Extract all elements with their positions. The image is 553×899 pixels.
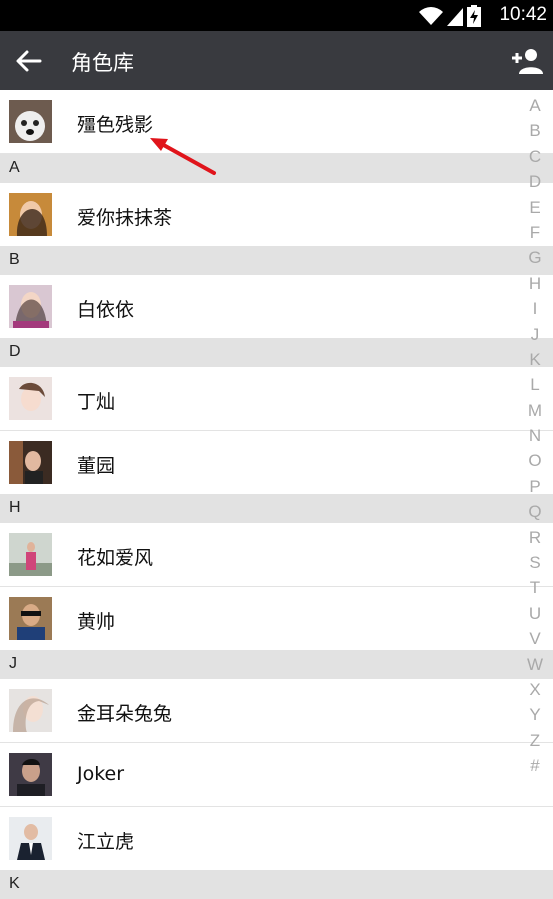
index-letter[interactable]: L	[526, 372, 544, 397]
index-letter[interactable]: M	[526, 398, 544, 423]
section-header: K	[0, 870, 553, 899]
item-name: 丁灿	[77, 391, 116, 413]
index-letter[interactable]: W	[526, 652, 544, 677]
avatar	[9, 285, 52, 328]
alphabet-index[interactable]: A B C D E F G H I J K L M N O P Q R S T U V W X Y Z #	[526, 93, 544, 779]
status-bar: 10:42	[0, 0, 553, 31]
avatar	[9, 753, 52, 796]
index-letter[interactable]: S	[526, 550, 544, 575]
item-name: 殭色残影	[77, 114, 154, 136]
add-person-icon[interactable]	[511, 46, 543, 76]
list-item[interactable]: 殭色残影	[0, 90, 553, 154]
index-letter[interactable]: N	[526, 423, 544, 448]
list-item[interactable]: 白依依	[0, 275, 553, 338]
clock: 10:42	[499, 4, 547, 25]
index-letter[interactable]: Y	[526, 702, 544, 727]
index-letter[interactable]: I	[526, 296, 544, 321]
annotation-arrow-icon	[150, 138, 216, 175]
list-item[interactable]: 爱你抹抹茶	[0, 183, 553, 246]
index-letter[interactable]: D	[526, 169, 544, 194]
item-name: Joker	[77, 763, 125, 785]
index-letter[interactable]: #	[526, 753, 544, 778]
character-list[interactable]: 殭色残影 A 爱你抹抹茶 B 白依依 D 丁灿 董园 H 花如爱风 黄帅 J 金…	[0, 90, 553, 899]
avatar	[9, 597, 52, 640]
section-header: B	[0, 246, 553, 275]
list-item[interactable]: 丁灿	[0, 367, 553, 431]
index-letter[interactable]: R	[526, 525, 544, 550]
index-letter[interactable]: Z	[526, 728, 544, 753]
list-item[interactable]: 江立虎	[0, 807, 553, 870]
item-name: 花如爱风	[77, 547, 154, 569]
status-icons	[419, 5, 481, 27]
section-header: H	[0, 494, 553, 523]
item-name: 金耳朵兔兔	[77, 703, 173, 725]
item-name: 爱你抹抹茶	[77, 207, 173, 229]
index-letter[interactable]: Q	[526, 499, 544, 524]
index-letter[interactable]: X	[526, 677, 544, 702]
avatar	[9, 817, 52, 860]
index-letter[interactable]: E	[526, 195, 544, 220]
page-title: 角色库	[71, 51, 134, 75]
index-letter[interactable]: C	[526, 144, 544, 169]
back-arrow-icon[interactable]	[14, 47, 42, 75]
list-item[interactable]: 花如爱风	[0, 523, 553, 587]
index-letter[interactable]: T	[526, 575, 544, 600]
list-item[interactable]: 董园	[0, 431, 553, 494]
signal-icon	[447, 8, 463, 26]
index-letter[interactable]: P	[526, 474, 544, 499]
app-bar: 角色库	[0, 31, 553, 90]
index-letter[interactable]: V	[526, 626, 544, 651]
index-letter[interactable]: U	[526, 601, 544, 626]
section-header: A	[0, 154, 553, 183]
index-letter[interactable]: F	[526, 220, 544, 245]
section-header: D	[0, 338, 553, 367]
item-name: 黄帅	[77, 611, 116, 633]
item-name: 江立虎	[77, 831, 135, 853]
section-header: J	[0, 650, 553, 679]
index-letter[interactable]: J	[526, 322, 544, 347]
index-letter[interactable]: K	[526, 347, 544, 372]
battery-charging-icon	[467, 5, 481, 27]
avatar	[9, 441, 52, 484]
list-item[interactable]: 金耳朵兔兔	[0, 679, 553, 743]
index-letter[interactable]: B	[526, 118, 544, 143]
avatar	[9, 533, 52, 576]
wifi-icon	[419, 7, 443, 25]
index-letter[interactable]: O	[526, 448, 544, 473]
avatar	[9, 100, 52, 143]
avatar	[9, 193, 52, 236]
item-name: 董园	[77, 455, 116, 477]
avatar	[9, 377, 52, 420]
list-item[interactable]: Joker	[0, 743, 553, 807]
item-name: 白依依	[77, 299, 135, 321]
avatar	[9, 689, 52, 732]
index-letter[interactable]: A	[526, 93, 544, 118]
index-letter[interactable]: H	[526, 271, 544, 296]
index-letter[interactable]: G	[526, 245, 544, 270]
list-item[interactable]: 黄帅	[0, 587, 553, 650]
